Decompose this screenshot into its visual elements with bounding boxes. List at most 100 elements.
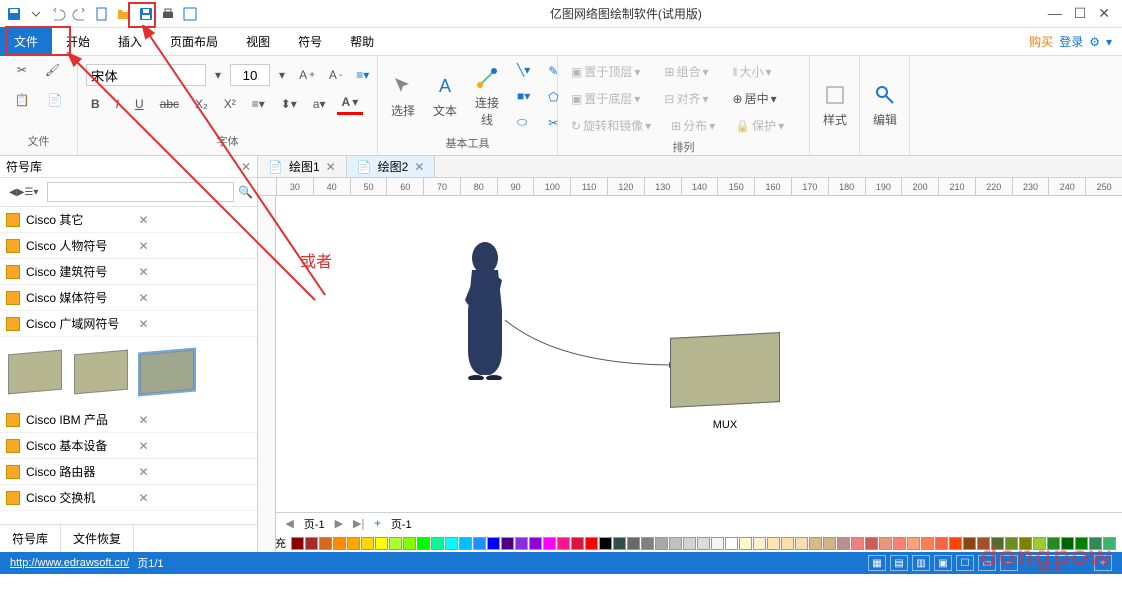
color-swatch[interactable] (473, 537, 486, 550)
color-swatch[interactable] (305, 537, 318, 550)
color-swatch[interactable] (459, 537, 472, 550)
help-menu[interactable]: 帮助 (336, 27, 388, 56)
file-menu[interactable]: 文件 (0, 27, 52, 56)
view-mode-4[interactable]: ▣ (934, 555, 952, 571)
color-swatch[interactable] (347, 537, 360, 550)
bullets-button[interactable]: ≡▾ (247, 94, 270, 114)
login-link[interactable]: 登录 (1059, 33, 1083, 50)
line-tool[interactable]: ╲▾ (512, 60, 535, 80)
connection-arrow[interactable] (500, 315, 680, 375)
buy-link[interactable]: 购买 (1029, 33, 1053, 50)
color-swatch[interactable] (851, 537, 864, 550)
style-button[interactable]: 样式 (818, 80, 852, 131)
color-swatch[interactable] (501, 537, 514, 550)
library-item[interactable]: Cisco 建筑符号✕ (0, 259, 257, 285)
color-swatch[interactable] (543, 537, 556, 550)
color-swatch[interactable] (683, 537, 696, 550)
color-swatch[interactable] (445, 537, 458, 550)
color-swatch[interactable] (963, 537, 976, 550)
shape-thumb[interactable] (74, 350, 128, 395)
maximize-button[interactable]: ☐ (1074, 5, 1087, 22)
color-swatch[interactable] (529, 537, 542, 550)
color-swatch[interactable] (557, 537, 570, 550)
view-mode-3[interactable]: ▥ (912, 555, 930, 571)
undo-button[interactable] (48, 4, 68, 24)
color-swatch[interactable] (823, 537, 836, 550)
color-swatch[interactable] (585, 537, 598, 550)
select-tool[interactable]: 选择 (386, 71, 420, 122)
library-item[interactable]: Cisco 媒体符号✕ (0, 285, 257, 311)
color-swatch[interactable] (361, 537, 374, 550)
size-dropdown[interactable]: ▾ (274, 65, 290, 85)
tab-restore[interactable]: 文件恢复 (61, 525, 134, 552)
font-name-input[interactable] (86, 64, 206, 86)
edit-button[interactable]: 编辑 (868, 80, 902, 131)
doc-tab-2[interactable]: 📄 绘图2 ✕ (347, 156, 436, 177)
print-button[interactable] (158, 4, 178, 24)
page-last[interactable]: ▶| (353, 517, 364, 530)
color-swatch[interactable] (655, 537, 668, 550)
lib-close[interactable]: ✕ (135, 465, 252, 479)
paste-button[interactable]: ✂ (12, 60, 32, 80)
library-item[interactable]: Cisco 其它✕ (0, 207, 257, 233)
increase-font[interactable]: A+ (294, 65, 320, 85)
add-page[interactable]: + (374, 518, 380, 530)
clone-button[interactable]: 📄 (43, 90, 68, 110)
rect-tool[interactable]: ■▾ (512, 86, 535, 106)
shape-thumb[interactable] (8, 350, 62, 395)
mux-shape[interactable]: MUX (670, 335, 780, 431)
color-swatch[interactable] (613, 537, 626, 550)
sidebar-close[interactable]: ✕ (241, 160, 251, 174)
lib-close[interactable]: ✕ (135, 317, 252, 331)
minimize-button[interactable]: — (1048, 5, 1062, 22)
color-swatch[interactable] (417, 537, 430, 550)
color-swatch[interactable] (431, 537, 444, 550)
bottom-layer-button[interactable]: ▣ 置于底层 ▾ (566, 87, 645, 110)
color-swatch[interactable] (333, 537, 346, 550)
color-swatch[interactable] (389, 537, 402, 550)
color-swatch[interactable] (725, 537, 738, 550)
qat-dropdown[interactable] (26, 4, 46, 24)
color-swatch[interactable] (697, 537, 710, 550)
library-item[interactable]: Cisco 基本设备✕ (0, 433, 257, 459)
color-swatch[interactable] (893, 537, 906, 550)
brush-button[interactable]: 🖌 (40, 60, 65, 80)
group-button[interactable]: ⊞ 组合 ▾ (659, 60, 713, 83)
font-color-button[interactable]: A▾ (337, 92, 364, 115)
lib-close[interactable]: ✕ (135, 265, 252, 279)
lib-close[interactable]: ✕ (135, 491, 252, 505)
center-button[interactable]: ⊕ 居中 ▾ (728, 87, 782, 110)
color-swatch[interactable] (375, 537, 388, 550)
decrease-font[interactable]: A- (324, 65, 347, 85)
doc-tab-1[interactable]: 📄 绘图1 ✕ (258, 156, 347, 177)
shape-thumb-selected[interactable] (140, 350, 194, 395)
strikethrough-button[interactable]: abc (155, 94, 184, 114)
page-1[interactable]: 页-1 (304, 516, 325, 532)
color-swatch[interactable] (907, 537, 920, 550)
ellipse-tool[interactable]: ⬭ (512, 112, 535, 133)
page-dup[interactable]: 页-1 (391, 516, 412, 532)
view-mode-1[interactable]: ▦ (868, 555, 886, 571)
copy-button[interactable]: 📋 (10, 90, 35, 110)
lib-close[interactable]: ✕ (135, 439, 252, 453)
color-swatch[interactable] (739, 537, 752, 550)
page-next[interactable]: ▶ (335, 517, 343, 530)
color-swatch[interactable] (753, 537, 766, 550)
protect-button[interactable]: 🔒 保护 ▾ (730, 114, 789, 137)
color-swatch[interactable] (837, 537, 850, 550)
font-size-input[interactable] (230, 64, 270, 86)
library-item[interactable]: Cisco 交换机✕ (0, 485, 257, 511)
color-swatch[interactable] (809, 537, 822, 550)
superscript-button[interactable]: X² (219, 94, 241, 114)
view-mode-5[interactable]: ☐ (956, 555, 974, 571)
color-swatch[interactable] (291, 537, 304, 550)
color-swatch[interactable] (781, 537, 794, 550)
color-swatch[interactable] (319, 537, 332, 550)
line-spacing-button[interactable]: ⬍▾ (276, 94, 302, 114)
start-menu[interactable]: 开始 (52, 27, 104, 56)
color-swatch[interactable] (795, 537, 808, 550)
status-url[interactable]: http://www.edrawsoft.cn/ (10, 557, 129, 569)
clear-format[interactable]: ≡▾ (351, 65, 374, 85)
color-swatch[interactable] (921, 537, 934, 550)
save-button[interactable] (4, 4, 24, 24)
